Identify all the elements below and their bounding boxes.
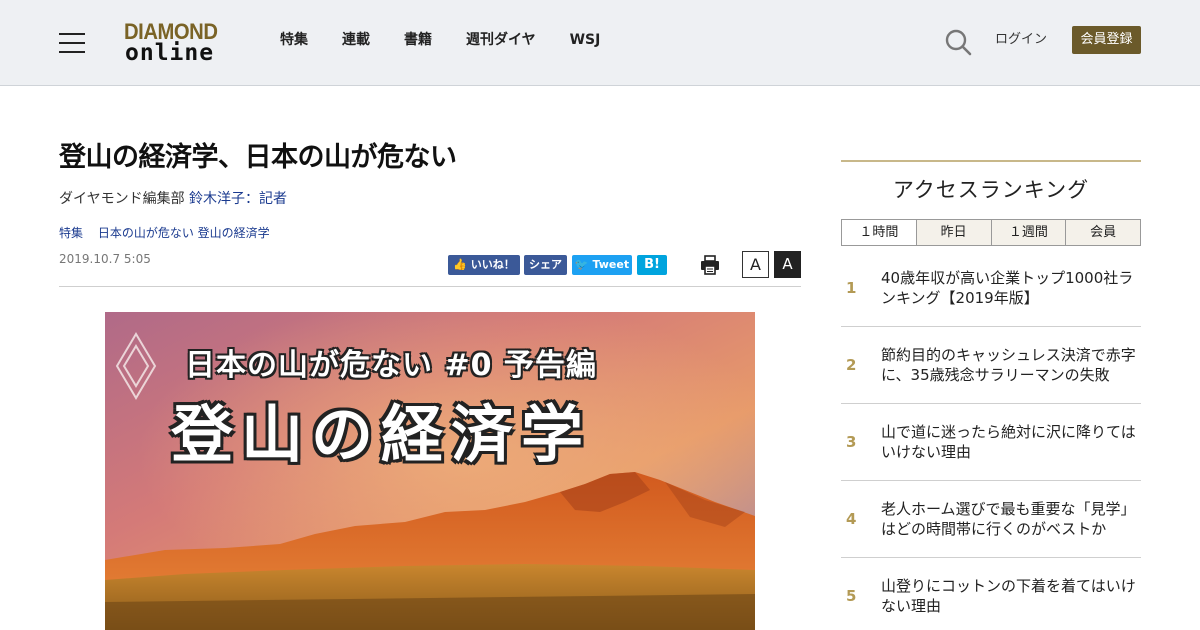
font-size-large-button[interactable]: A: [774, 251, 801, 278]
ranking-tabs: １時間 昨日 １週間 会員: [841, 219, 1141, 246]
ranking-number: 1: [846, 279, 857, 297]
ranking-item-title[interactable]: 山登りにコットンの下着を着てはいけない理由: [881, 558, 1141, 630]
ranking-item-title[interactable]: 節約目的のキャッシュレス決済で赤字に、35歳残念サラリーマンの失敗: [881, 327, 1141, 403]
menu-icon-bar: [59, 33, 85, 35]
ranking-number: 5: [846, 587, 857, 605]
ranking-number: 3: [846, 433, 857, 451]
author-link[interactable]: 鈴木洋子: [189, 191, 245, 207]
hero-image: 日本の山が危ない #0 予告編 登山の経済学: [105, 312, 755, 630]
font-size-small-button[interactable]: A: [742, 251, 769, 278]
ranking-item[interactable]: 3 山で道に迷ったら絶対に沢に降りてはいけない理由: [841, 404, 1141, 481]
site-logo[interactable]: DIAMOND online: [124, 20, 228, 66]
nav-item-feature[interactable]: 特集: [280, 31, 308, 49]
nav-item-wsj[interactable]: WSJ: [570, 31, 601, 49]
article-title: 登山の経済学、日本の山が危ない: [59, 142, 457, 173]
main-nav: 特集 連載 書籍 週刊ダイヤ WSJ: [280, 31, 634, 49]
byline: ダイヤモンド編集部 鈴木洋子：記者: [59, 189, 287, 209]
ranking-item[interactable]: 2 節約目的のキャッシュレス決済で赤字に、35歳残念サラリーマンの失敗: [841, 327, 1141, 404]
search-icon[interactable]: [944, 28, 972, 56]
tab-1-week[interactable]: １週間: [990, 220, 1066, 245]
diamond-emblem-icon: [115, 332, 157, 400]
tag-link[interactable]: 日本の山が危ない 登山の経済学: [98, 226, 270, 240]
article-divider: [59, 286, 801, 287]
article-tags: 特集 日本の山が危ない 登山の経済学: [59, 224, 281, 242]
hatena-bookmark-button[interactable]: B!: [637, 255, 667, 275]
publish-date: 2019.10.7 5:05: [59, 252, 151, 266]
twitter-bird-icon: 🐦: [574, 258, 589, 271]
tab-1-hour[interactable]: １時間: [842, 220, 916, 245]
ranking-item[interactable]: 4 老人ホーム選びで最も重要な「見学」はどの時間帯に行くのがベストか: [841, 481, 1141, 558]
hero-subtitle: 日本の山が危ない #0 予告編: [185, 348, 597, 383]
thumbs-up-icon: 👍: [453, 258, 467, 271]
menu-icon-bar: [59, 42, 85, 44]
menu-icon-bar: [59, 51, 85, 53]
facebook-share-button[interactable]: シェア: [524, 255, 567, 275]
menu-icon[interactable]: [59, 31, 85, 53]
tweet-label: Tweet: [592, 258, 630, 271]
ranking-item[interactable]: 1 40歳年収が高い企業トップ1000社ランキング【2019年版】: [841, 250, 1141, 327]
hero-title: 登山の経済学: [171, 398, 592, 471]
ranking-title: アクセスランキング: [892, 178, 1090, 202]
tweet-button[interactable]: 🐦 Tweet: [572, 255, 632, 275]
ranking-item-title[interactable]: 40歳年収が高い企業トップ1000社ランキング【2019年版】: [881, 250, 1141, 326]
tag-link[interactable]: 特集: [59, 226, 83, 240]
nav-item-weekly-diamond[interactable]: 週刊ダイヤ: [466, 31, 536, 49]
ranking-item[interactable]: 5 山登りにコットンの下着を着てはいけない理由: [841, 558, 1141, 618]
printer-icon[interactable]: [700, 255, 720, 275]
byline-prefix: ダイヤモンド編集部: [59, 191, 190, 207]
tab-yesterday[interactable]: 昨日: [915, 220, 991, 245]
ranking-item-title[interactable]: 山で道に迷ったら絶対に沢に降りてはいけない理由: [881, 404, 1141, 480]
nav-item-series[interactable]: 連載: [342, 31, 370, 49]
ranking-number: 4: [846, 510, 857, 528]
register-button[interactable]: 会員登録: [1072, 26, 1141, 54]
site-header: DIAMOND online 特集 連載 書籍 週刊ダイヤ WSJ ログイン 会…: [0, 0, 1200, 86]
author-role-link[interactable]: ：記者: [245, 191, 287, 207]
facebook-like-label: いいね！: [470, 258, 515, 271]
logo-bottom-text: online: [125, 40, 215, 66]
ranking-item-title[interactable]: 老人ホーム選びで最も重要な「見学」はどの時間帯に行くのがベストか: [881, 481, 1141, 557]
ranking-list: 1 40歳年収が高い企業トップ1000社ランキング【2019年版】 2 節約目的…: [841, 250, 1141, 618]
nav-item-books[interactable]: 書籍: [404, 31, 432, 49]
facebook-like-button[interactable]: 👍 いいね！: [448, 255, 520, 275]
tab-members[interactable]: 会員: [1065, 220, 1140, 245]
ranking-number: 2: [846, 356, 857, 374]
login-link[interactable]: ログイン: [995, 31, 1047, 49]
ranking-top-rule: [841, 160, 1141, 162]
